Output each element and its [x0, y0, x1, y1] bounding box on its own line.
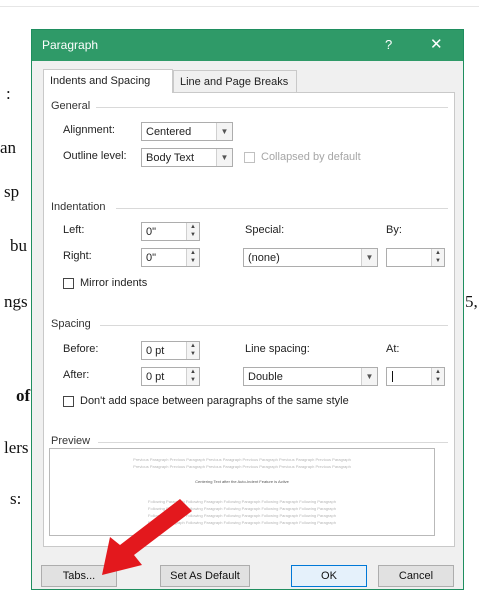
right-indent-value: 0" [146, 252, 157, 264]
document-text-fragment: ngs [4, 292, 28, 311]
right-indent-spinner[interactable]: 0" ▲ ▼ [141, 248, 200, 267]
document-divider [0, 6, 479, 7]
tab-indents-and-spacing[interactable]: Indents and Spacing [43, 69, 173, 93]
left-indent-spinner[interactable]: 0" ▲ ▼ [141, 222, 200, 241]
button-label: Tabs... [62, 570, 96, 582]
general-heading: General [51, 100, 91, 112]
document-text-fragment: sp [4, 182, 20, 201]
alignment-label: Alignment: [63, 124, 115, 136]
outline-level-value: Body Text [146, 152, 195, 164]
dialog-title: Paragraph [42, 38, 99, 52]
alignment-value: Centered [146, 126, 192, 138]
button-label: Cancel [398, 570, 434, 582]
tab-label: Line and Page Breaks [180, 76, 289, 88]
after-value: 0 pt [146, 371, 165, 383]
tab-label: Indents and Spacing [50, 75, 151, 87]
special-label: Special: [245, 224, 285, 236]
left-indent-value: 0" [146, 226, 157, 238]
spin-arrows-icon[interactable]: ▲ ▼ [186, 249, 199, 266]
document-text-fragment: s: [10, 489, 22, 508]
section-divider [100, 325, 448, 326]
document-text-fragment: lers [4, 438, 29, 457]
preview-previous-line: Previous Paragraph Previous Paragraph Pr… [133, 457, 351, 462]
line-spacing-label: Line spacing: [245, 343, 310, 355]
special-value: (none) [248, 252, 280, 264]
at-spinner[interactable]: ▲ ▼ [386, 367, 445, 386]
before-label: Before: [63, 343, 99, 355]
dont-add-space-checkbox[interactable] [63, 396, 74, 407]
before-spinner[interactable]: 0 pt ▲ ▼ [141, 341, 200, 360]
cancel-button[interactable]: Cancel [378, 565, 454, 587]
before-value: 0 pt [146, 345, 165, 357]
alignment-select[interactable]: Centered ▼ [141, 122, 233, 141]
spin-arrows-icon[interactable]: ▲ ▼ [186, 223, 199, 240]
button-label: OK [321, 570, 337, 582]
line-spacing-select[interactable]: Double ▼ [243, 367, 378, 386]
preview-heading: Preview [51, 435, 91, 447]
text-cursor [392, 371, 393, 382]
chevron-down-icon: ▼ [361, 368, 377, 385]
outline-level-select[interactable]: Body Text ▼ [141, 148, 233, 167]
help-icon[interactable]: ? [385, 37, 392, 52]
spin-arrows-icon[interactable]: ▲ ▼ [186, 368, 199, 385]
by-spinner[interactable]: ▲ ▼ [386, 248, 445, 267]
dont-add-space-label: Don't add space between paragraphs of th… [80, 395, 349, 407]
chevron-down-icon: ▼ [216, 123, 232, 140]
after-label: After: [63, 369, 90, 381]
spin-arrows-icon[interactable]: ▲ ▼ [186, 342, 199, 359]
document-text-fragment: of [16, 386, 31, 405]
mirror-indents-label: Mirror indents [80, 277, 148, 289]
close-icon[interactable]: ✕ [430, 35, 443, 53]
spin-arrows-icon[interactable]: ▲ ▼ [431, 368, 444, 385]
ok-button[interactable]: OK [291, 565, 367, 587]
left-indent-label: Left: [63, 224, 85, 236]
document-text-fragment: : [6, 84, 11, 103]
spin-arrows-icon[interactable]: ▲ ▼ [431, 249, 444, 266]
chevron-down-icon: ▼ [361, 249, 377, 266]
document-text-fragment: 5, [465, 292, 478, 311]
section-divider [116, 208, 448, 209]
document-text-fragment: an [0, 138, 17, 157]
line-spacing-value: Double [248, 371, 283, 383]
spacing-heading: Spacing [51, 318, 91, 330]
dialog-titlebar[interactable]: Paragraph ? ✕ [32, 30, 463, 61]
by-label: By: [386, 224, 402, 236]
at-label: At: [386, 343, 400, 355]
right-indent-label: Right: [63, 250, 92, 262]
section-divider [98, 442, 448, 443]
preview-current-line: Centering Text after the Auto-Indent Fea… [195, 479, 289, 484]
document-text-fragment: bu [10, 236, 27, 255]
mirror-indents-checkbox[interactable] [63, 278, 74, 289]
collapsed-by-default-checkbox[interactable] [244, 152, 255, 163]
chevron-down-icon: ▼ [216, 149, 232, 166]
special-select[interactable]: (none) ▼ [243, 248, 378, 267]
collapsed-by-default-label: Collapsed by default [261, 151, 361, 163]
preview-previous-line: Previous Paragraph Previous Paragraph Pr… [133, 464, 351, 469]
indentation-heading: Indentation [51, 201, 106, 213]
section-divider [96, 107, 448, 108]
tab-line-and-page-breaks[interactable]: Line and Page Breaks [173, 70, 297, 92]
after-spinner[interactable]: 0 pt ▲ ▼ [141, 367, 200, 386]
outline-level-label: Outline level: [63, 150, 127, 162]
annotation-arrow-icon [102, 499, 192, 575]
